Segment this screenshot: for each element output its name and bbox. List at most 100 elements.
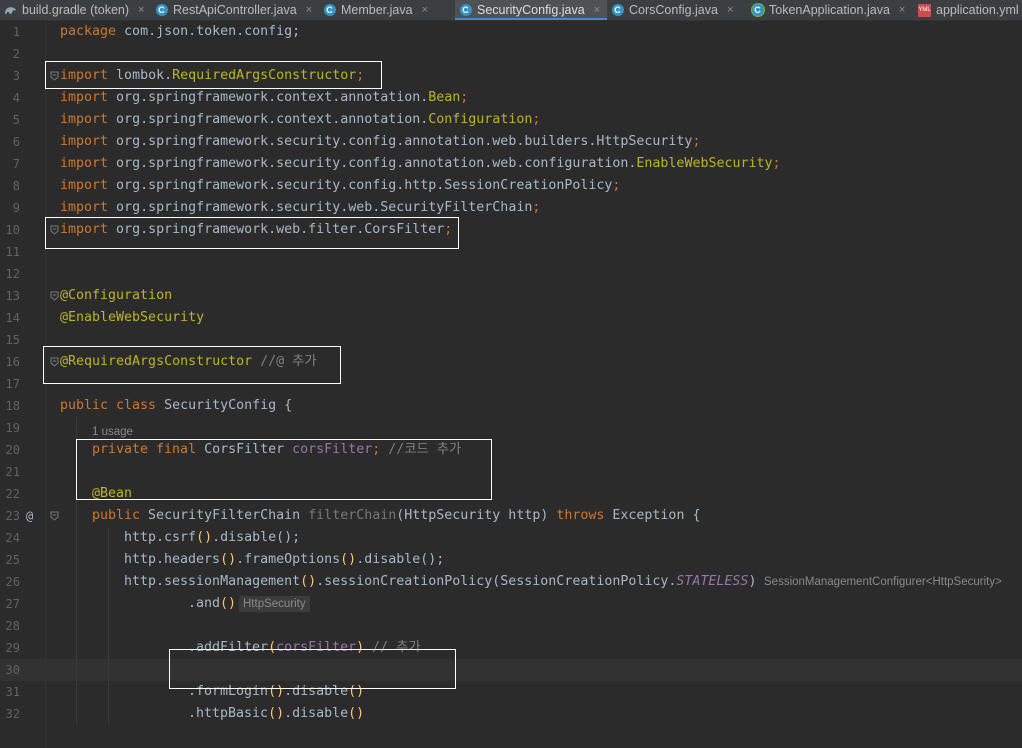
line-number: 32 (5, 707, 20, 721)
tab-corsconfig-java[interactable]: C CorsConfig.java × (607, 0, 747, 20)
close-tab-icon[interactable]: × (138, 4, 144, 16)
line-number: 7 (12, 157, 20, 171)
code-text: http.csrf().disable(); (124, 530, 301, 545)
line-number: 4 (12, 91, 20, 105)
code-text: import org.springframework.context.annot… (60, 112, 541, 127)
class-icon: C (459, 4, 472, 17)
tab-label: Member.java (341, 3, 413, 17)
line-number: 31 (5, 685, 20, 699)
code-text: @Configuration (60, 288, 173, 303)
line-number: 21 (5, 465, 20, 479)
code-line: 13 @Configuration (0, 285, 1022, 307)
code-text: package com.json.token.config; (60, 24, 301, 39)
code-line: 31 .formLogin().disable() (0, 681, 1022, 703)
line-number: 9 (12, 201, 20, 215)
code-line: 32 .httpBasic().disable() (0, 703, 1022, 725)
tab-restapicontroller-java[interactable]: C RestApiController.java × (151, 0, 319, 20)
class-icon: C (323, 4, 336, 17)
code-line: 19 (0, 417, 1022, 439)
code-text: http.headers().frameOptions().disable(); (124, 552, 445, 567)
line-number: 27 (5, 597, 20, 611)
tab-label: RestApiController.java (173, 3, 297, 17)
yml-file-icon: YML (918, 3, 931, 17)
code-text: import org.springframework.security.conf… (60, 156, 781, 171)
code-text: .and() (188, 596, 237, 611)
gradle-icon (4, 4, 17, 17)
code-text: public class SecurityConfig { (60, 398, 293, 413)
close-tab-icon[interactable]: × (899, 4, 905, 16)
code-line: 29 .addFilter(corsFilter) // 추가 (0, 637, 1022, 659)
code-line: 8 import org.springframework.security.con… (0, 175, 1022, 197)
code-line: 28 (0, 615, 1022, 637)
close-tab-icon[interactable]: × (594, 4, 600, 16)
tab-securityconfig-java[interactable]: C SecurityConfig.java × (455, 0, 607, 20)
code-line: 6 import org.springframework.security.con… (0, 131, 1022, 153)
code-line: 14 @EnableWebSecurity (0, 307, 1022, 329)
code-text: import org.springframework.security.conf… (60, 178, 621, 193)
code-editor[interactable]: 1 package com.json.token.config; 2 3 import … (0, 21, 1022, 748)
highlight-box (45, 217, 459, 249)
fold-icon[interactable] (50, 291, 59, 303)
code-line: 27 .and() HttpSecurity (0, 593, 1022, 615)
tab-label: application.yml (936, 3, 1019, 17)
code-line: 26 http.sessionManagement().sessionCreati… (0, 571, 1022, 593)
line-number: 11 (5, 245, 20, 259)
line-number: 29 (5, 641, 20, 655)
close-tab-icon[interactable]: × (422, 4, 428, 16)
class-icon: C (611, 4, 624, 17)
line-number: 18 (5, 399, 20, 413)
type-inlay-hint: SessionManagementConfigurer<HttpSecurity… (764, 576, 1002, 588)
code-text: import org.springframework.security.conf… (60, 134, 701, 149)
line-number: 25 (5, 553, 20, 567)
code-text: http.sessionManagement().sessionCreation… (124, 574, 757, 589)
spring-boot-class-icon: C (751, 4, 764, 17)
line-number: 10 (5, 223, 20, 237)
editor-tab-bar: build.gradle (token) × C RestApiController.… (0, 0, 1022, 21)
code-line: 7 import org.springframework.security.con… (0, 153, 1022, 175)
line-number: 24 (5, 531, 20, 545)
line-number: 23 (5, 509, 20, 523)
code-text: import org.springframework.context.annot… (60, 90, 469, 105)
line-number: 22 (5, 487, 20, 501)
code-line: 24 http.csrf().disable(); (0, 527, 1022, 549)
tab-label: SecurityConfig.java (477, 3, 585, 17)
highlight-box (169, 649, 456, 689)
line-number: 15 (5, 333, 20, 347)
tab-label: TokenApplication.java (769, 3, 890, 17)
usage-count-hint[interactable]: 1 usage (92, 426, 133, 438)
line-number: 17 (5, 377, 20, 391)
code-line: 30 (0, 659, 1022, 681)
tab-build-gradle-token[interactable]: build.gradle (token) × (0, 0, 151, 20)
code-line: 1 package com.json.token.config; (0, 21, 1022, 43)
line-number: 1 (12, 25, 20, 39)
line-number: 13 (5, 289, 20, 303)
tab-member-java[interactable]: C Member.java × (319, 0, 455, 20)
code-line: 4 import org.springframework.context.anno… (0, 87, 1022, 109)
line-number: 3 (12, 69, 20, 83)
tab-tokenapplication-java[interactable]: C TokenApplication.java × (747, 0, 914, 20)
line-number: 2 (12, 47, 20, 61)
type-inlay-hint: HttpSecurity (239, 596, 310, 612)
code-text: import org.springframework.security.web.… (60, 200, 541, 215)
fold-icon[interactable] (50, 511, 59, 523)
line-number: 12 (5, 267, 20, 281)
close-tab-icon[interactable]: × (306, 4, 312, 16)
line-number: 19 (5, 421, 20, 435)
line-number: 26 (5, 575, 20, 589)
code-line: 23 @ public SecurityFilterChain filterChai… (0, 505, 1022, 527)
code-line: 9 import org.springframework.security.web… (0, 197, 1022, 219)
code-line: 12 (0, 263, 1022, 285)
highlight-box (43, 346, 341, 384)
code-text: public SecurityFilterChain filterChain(H… (92, 508, 701, 523)
code-line: 18 public class SecurityConfig { (0, 395, 1022, 417)
highlight-box (45, 61, 382, 89)
code-line: 5 import org.springframework.context.anno… (0, 109, 1022, 131)
tab-application-yml[interactable]: YMLapplication.yml× (914, 0, 1022, 20)
close-tab-icon[interactable]: × (727, 4, 733, 16)
tab-label: build.gradle (token) (22, 3, 130, 17)
implements-gutter-icon[interactable]: @ (26, 505, 33, 527)
line-number: 5 (12, 113, 20, 127)
line-number: 14 (5, 311, 20, 325)
class-icon: C (155, 4, 168, 17)
line-number: 16 (5, 355, 20, 369)
